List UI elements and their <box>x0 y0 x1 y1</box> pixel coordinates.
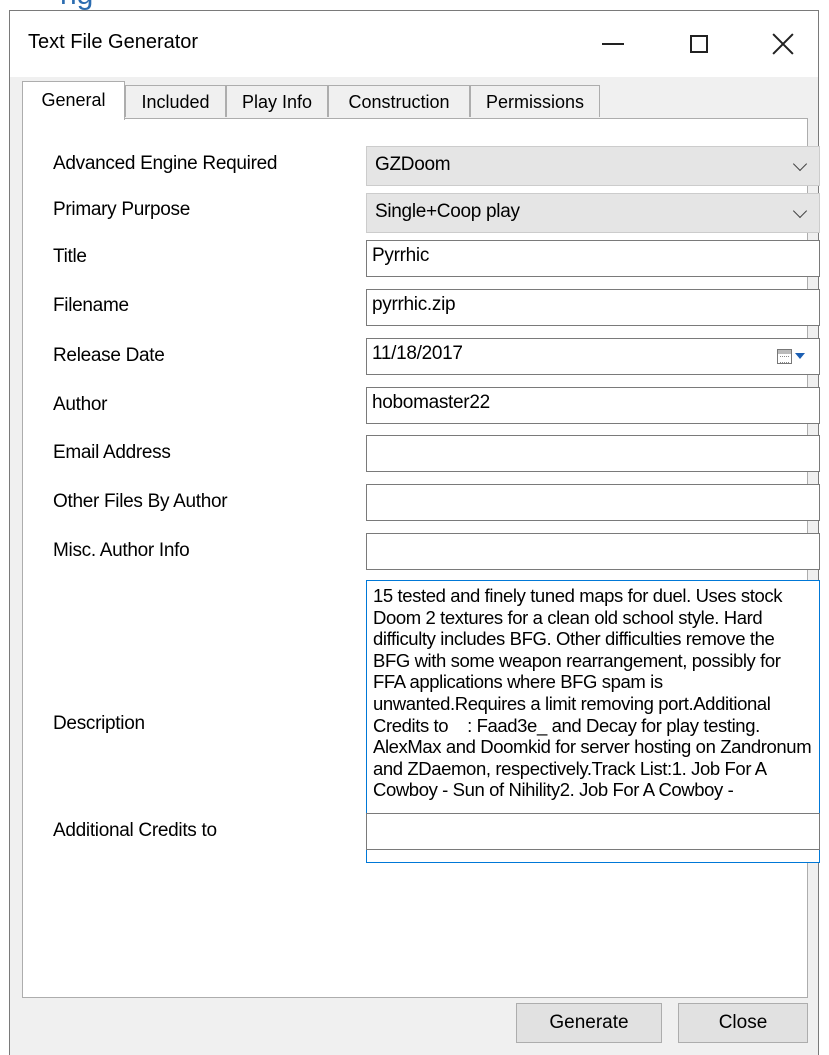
engine-dropdown[interactable]: GZDoom <box>366 146 820 186</box>
calendar-dropdown-button[interactable] <box>777 345 813 367</box>
minimize-icon <box>602 43 624 45</box>
purpose-dropdown[interactable]: Single+Coop play <box>366 193 820 233</box>
close-window-button[interactable] <box>748 11 818 77</box>
background-window-strip: ng <box>0 0 829 10</box>
tab-general[interactable]: General <box>22 81 125 120</box>
chevron-down-icon <box>792 203 808 219</box>
filename-field[interactable]: pyrrhic.zip <box>366 289 820 326</box>
author-field[interactable]: hobomaster22 <box>366 387 820 424</box>
maximize-button[interactable] <box>664 11 734 77</box>
additional-credits-field[interactable] <box>366 813 820 850</box>
other-files-label: Other Files By Author <box>53 491 228 512</box>
misc-info-label: Misc. Author Info <box>53 540 190 561</box>
close-icon <box>772 33 794 55</box>
author-label: Author <box>53 394 108 415</box>
dropdown-arrow-icon <box>795 353 805 359</box>
window-title: Text File Generator <box>28 31 199 53</box>
engine-label: Advanced Engine Required <box>53 153 278 174</box>
filename-label: Filename <box>53 295 129 316</box>
dialog-window: Text File Generator General Included Pla… <box>9 10 820 1055</box>
other-files-field[interactable] <box>366 484 820 521</box>
additional-credits-label: Additional Credits to <box>53 820 217 841</box>
release-date-label: Release Date <box>53 345 165 366</box>
minimize-button[interactable] <box>578 11 648 77</box>
title-field[interactable]: Pyrrhic <box>366 240 820 277</box>
generate-button[interactable]: Generate <box>516 1003 662 1043</box>
calendar-icon <box>777 348 792 364</box>
maximize-icon <box>690 35 708 53</box>
release-date-picker[interactable]: 11/18/2017 <box>366 338 820 375</box>
description-label: Description <box>53 713 145 734</box>
title-bar: Text File Generator <box>10 11 818 77</box>
close-button[interactable]: Close <box>678 1003 808 1043</box>
tab-play-info[interactable]: Play Info <box>226 85 328 117</box>
general-tab-panel: Advanced Engine Required GZDoom Primary … <box>22 118 820 998</box>
chevron-down-icon <box>792 156 808 172</box>
title-label: Title <box>53 246 87 267</box>
release-date-value: 11/18/2017 <box>372 343 463 364</box>
tab-included[interactable]: Included <box>125 85 226 117</box>
purpose-label: Primary Purpose <box>53 199 190 220</box>
email-label: Email Address <box>53 442 171 463</box>
tab-construction[interactable]: Construction <box>328 85 470 117</box>
purpose-value: Single+Coop play <box>375 201 520 222</box>
engine-value: GZDoom <box>375 154 451 175</box>
tab-permissions[interactable]: Permissions <box>470 85 600 117</box>
misc-info-field[interactable] <box>366 533 820 570</box>
email-field[interactable] <box>366 435 820 472</box>
